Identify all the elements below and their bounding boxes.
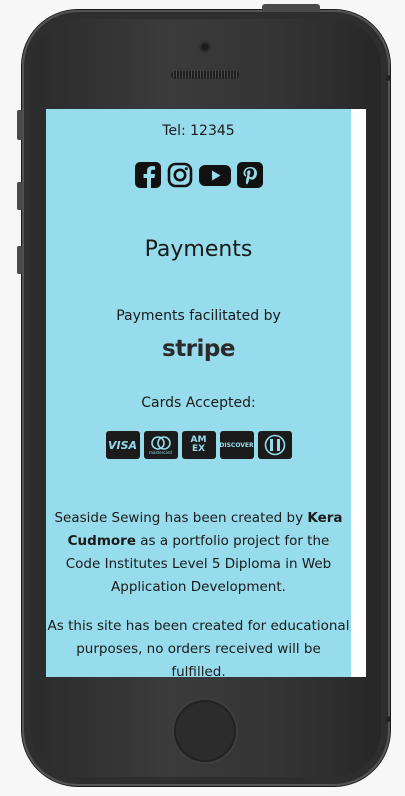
instagram-icon[interactable] xyxy=(166,161,194,189)
home-button[interactable] xyxy=(174,700,236,762)
payments-facilitated-text: Payments facilitated by xyxy=(116,308,281,324)
disclaimer-text: As this site has been created for educat… xyxy=(47,618,350,677)
side-notch xyxy=(386,75,390,81)
camera xyxy=(198,40,212,54)
accepted-cards: VISA mastercard AMEX DISCOVER diners xyxy=(46,431,351,459)
pinterest-icon[interactable] xyxy=(236,161,264,189)
footer: Tel: 12345 Payments Payments facilitated… xyxy=(46,109,351,677)
about-text: Seaside Sewing has been created by Kera … xyxy=(54,510,343,595)
youtube-icon[interactable] xyxy=(198,161,232,189)
diners-icon: diners xyxy=(257,431,292,459)
telephone-text: Tel: 12345 xyxy=(162,123,235,139)
payments-heading: Payments xyxy=(144,237,253,262)
volume-up-button xyxy=(17,182,23,210)
side-notch xyxy=(386,716,390,722)
volume-down-button xyxy=(17,246,23,274)
facebook-icon[interactable] xyxy=(134,161,162,189)
power-button xyxy=(262,4,320,12)
amex-icon: AMEX xyxy=(181,431,216,459)
stripe-logo: stripe xyxy=(162,336,235,362)
discover-icon: DISCOVER xyxy=(219,431,254,459)
speaker-grill xyxy=(171,71,239,79)
phone-screen: Tel: 12345 Payments Payments facilitated… xyxy=(46,109,366,677)
mute-switch xyxy=(17,110,23,140)
cards-accepted-label: Cards Accepted: xyxy=(141,395,256,411)
visa-icon: VISA xyxy=(105,431,140,459)
social-links xyxy=(46,161,351,189)
mastercard-icon: mastercard xyxy=(143,431,178,459)
